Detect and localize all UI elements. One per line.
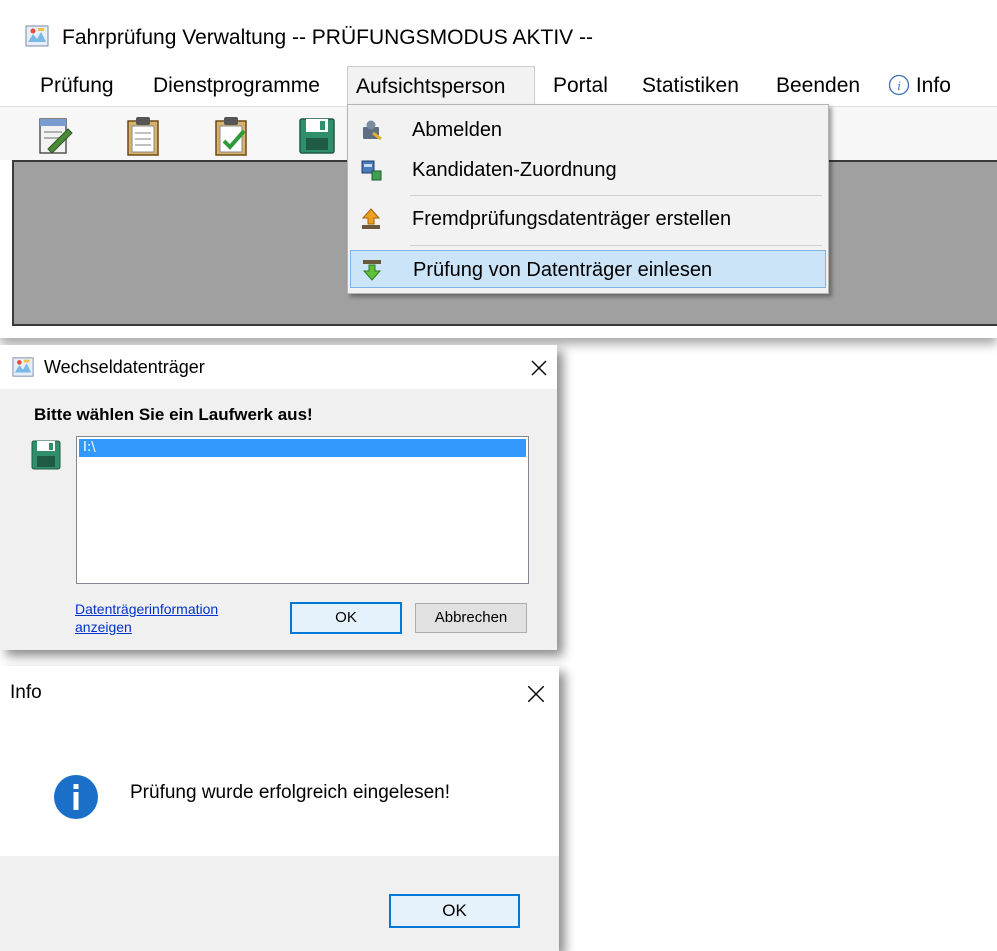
drive-prompt: Bitte wählen Sie ein Laufwerk aus!	[34, 405, 313, 424]
import-arrow-icon	[362, 260, 382, 281]
link-line: anzeigen	[75, 619, 132, 635]
svg-text:i: i	[897, 78, 901, 93]
dialog-title: Info	[10, 682, 42, 703]
menubar: Prüfung Dienstprogramme Aufsichtsperson …	[0, 66, 997, 107]
menu-item-label: Kandidaten-Zuordnung	[412, 159, 617, 181]
logout-icon	[363, 120, 382, 141]
info-message: Prüfung wurde erfolgreich eingelesen!	[130, 782, 451, 803]
ok-button[interactable]: OK	[389, 894, 520, 928]
drive-info-link[interactable]: Datenträgerinformation anzeigen	[75, 600, 265, 636]
clipboard-check-icon[interactable]	[210, 115, 252, 157]
clipboard-icon[interactable]	[122, 115, 164, 157]
close-icon[interactable]	[525, 683, 547, 705]
menu-separator	[410, 245, 822, 246]
aufsichtsperson-dropdown: Abmelden Kandidaten-Zuordnung Fremdprüfu…	[347, 104, 829, 294]
dialog-content: Prüfung wurde erfolgreich eingelesen!	[0, 716, 559, 856]
dialog-title: Wechseldatenträger	[44, 357, 205, 377]
drive-list-item[interactable]: I:\	[79, 439, 526, 457]
menu-item-kandidaten-zuordnung[interactable]: Kandidaten-Zuordnung	[350, 151, 826, 189]
menu-item-pruefung-einlesen[interactable]: Prüfung von Datenträger einlesen	[350, 250, 826, 288]
menu-statistiken[interactable]: Statistiken	[634, 66, 747, 106]
menu-aufsichtsperson[interactable]: Aufsichtsperson	[347, 66, 535, 107]
menu-dienstprogramme[interactable]: Dienstprogramme	[145, 66, 328, 106]
window-title: Fahrprüfung Verwaltung -- PRÜFUNGSMODUS …	[62, 26, 593, 49]
menu-item-abmelden[interactable]: Abmelden	[350, 111, 826, 149]
main-titlebar: Fahrprüfung Verwaltung -- PRÜFUNGSMODUS …	[0, 0, 997, 62]
close-icon[interactable]	[529, 358, 549, 378]
menu-item-fremdpruefungsdatentraeger[interactable]: Fremdprüfungsdatenträger erstellen	[350, 200, 826, 238]
edit-document-icon[interactable]	[34, 115, 76, 157]
upload-arrow-icon	[361, 208, 381, 229]
assign-icon	[361, 160, 382, 181]
floppy-disk-icon	[31, 440, 61, 470]
dialog-titlebar: Info	[0, 666, 559, 716]
menu-item-label: Abmelden	[412, 119, 503, 141]
app-icon	[25, 25, 49, 47]
dialog-titlebar: Wechseldatenträger	[0, 345, 557, 389]
menu-info-label: Info	[915, 74, 951, 97]
save-icon[interactable]	[296, 115, 338, 157]
drive-selection-dialog: Wechseldatenträger Bitte wählen Sie ein …	[0, 345, 557, 650]
drive-listbox[interactable]: I:\	[76, 436, 529, 584]
dialog-footer: OK	[0, 856, 559, 951]
menu-beenden[interactable]: Beenden	[768, 66, 868, 106]
menu-item-label: Prüfung von Datenträger einlesen	[413, 259, 713, 281]
menu-portal[interactable]: Portal	[545, 66, 616, 106]
info-icon	[54, 775, 98, 819]
menu-pruefung[interactable]: Prüfung	[32, 66, 122, 106]
menu-item-label: Fremdprüfungsdatenträger erstellen	[412, 208, 732, 230]
info-dialog: Info Prüfung wurde erfolgreich eingelese…	[0, 666, 559, 951]
dialog-body: Bitte wählen Sie ein Laufwerk aus! I:\ D…	[0, 389, 557, 650]
info-circle-icon: i	[888, 74, 910, 96]
link-line: Datenträgerinformation	[75, 601, 219, 617]
menu-separator	[410, 195, 822, 196]
cancel-button[interactable]: Abbrechen	[415, 603, 527, 633]
ok-button[interactable]: OK	[290, 602, 402, 634]
menu-info[interactable]: i Info	[878, 66, 959, 106]
app-icon	[12, 357, 34, 377]
